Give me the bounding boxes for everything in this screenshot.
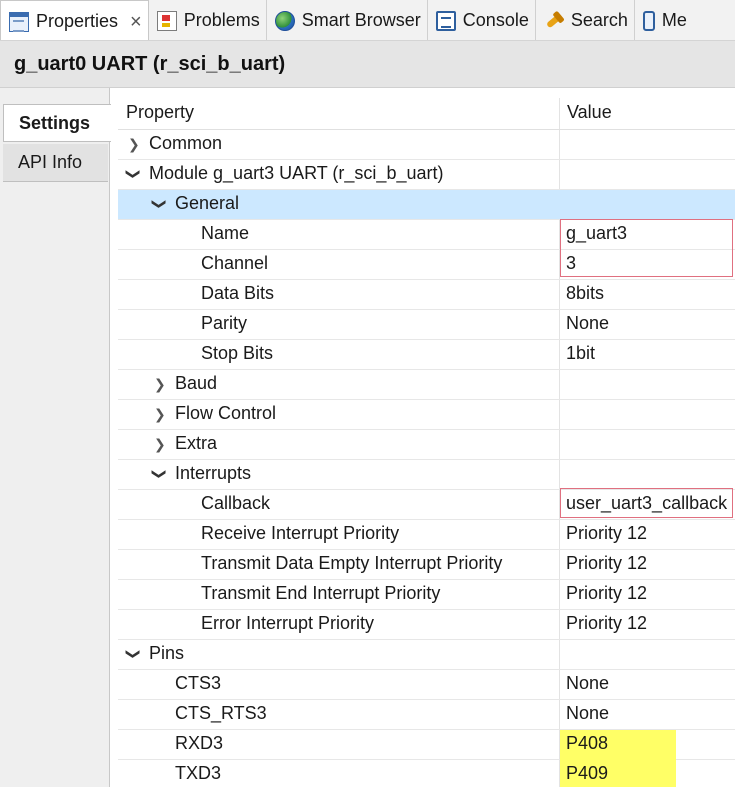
property-table: Property Value ❯ Common ❯ Module g_uart3… [118, 98, 735, 787]
chevron-down-icon[interactable]: ❯ [152, 468, 168, 480]
problems-icon [156, 10, 177, 31]
tree-row-general[interactable]: ❯ General [118, 190, 735, 220]
row-value[interactable]: Priority 12 [566, 583, 647, 604]
row-value[interactable]: Priority 12 [566, 553, 647, 574]
properties-icon [9, 11, 29, 32]
search-icon [540, 6, 568, 34]
chevron-right-icon[interactable]: ❯ [154, 377, 166, 391]
property-row-transmit-data-empty-interrupt-priority[interactable]: Transmit Data Empty Interrupt Priority P… [118, 550, 735, 580]
row-label: Interrupts [175, 463, 252, 483]
tab-label: Me [661, 10, 687, 30]
property-row-txd3[interactable]: TXD3 P409 [118, 760, 735, 787]
property-row-cts3[interactable]: CTS3 None [118, 670, 735, 700]
tree-row-flow-control[interactable]: ❯ Flow Control [118, 400, 735, 430]
row-label: Receive Interrupt Priority [201, 523, 400, 543]
row-label: Common [149, 133, 223, 153]
smart-browser-icon [274, 10, 295, 31]
value-column-header[interactable]: Value [567, 102, 612, 123]
property-row-cts-rts3[interactable]: CTS_RTS3 None [118, 700, 735, 730]
property-row-data-bits[interactable]: Data Bits 8bits [118, 280, 735, 310]
tab-label: Console [462, 10, 529, 30]
row-label: Channel [201, 253, 269, 273]
chevron-right-icon[interactable]: ❯ [154, 437, 166, 451]
row-label: Stop Bits [201, 343, 274, 363]
row-label: Transmit End Interrupt Priority [201, 583, 441, 603]
tab-console[interactable]: Console [428, 0, 536, 40]
row-label: Module g_uart3 UART (r_sci_b_uart) [149, 163, 444, 183]
tree-row-common[interactable]: ❯ Common [118, 130, 735, 160]
row-label: Flow Control [175, 403, 277, 423]
row-label: Data Bits [201, 283, 275, 303]
annotation-box-name-channel [560, 219, 733, 277]
property-row-transmit-end-interrupt-priority[interactable]: Transmit End Interrupt Priority Priority… [118, 580, 735, 610]
row-label: Name [201, 223, 250, 243]
property-row-error-interrupt-priority[interactable]: Error Interrupt Priority Priority 12 [118, 610, 735, 640]
tree-row-baud[interactable]: ❯ Baud [118, 370, 735, 400]
tree-row-module[interactable]: ❯ Module g_uart3 UART (r_sci_b_uart) [118, 160, 735, 190]
tab-properties[interactable]: Properties × [0, 0, 149, 40]
row-label: General [175, 193, 240, 213]
row-value[interactable]: None [566, 703, 609, 724]
properties-header: g_uart0 UART (r_sci_b_uart) [0, 41, 735, 88]
view-tab-bar: Properties × Problems Smart Browser Cons… [0, 0, 735, 41]
row-label: Extra [175, 433, 218, 453]
memory-icon [642, 10, 655, 31]
row-value[interactable]: P408 [566, 733, 608, 754]
tab-settings[interactable]: Settings [3, 104, 111, 142]
row-value[interactable]: None [566, 313, 609, 334]
row-value[interactable]: Priority 12 [566, 523, 647, 544]
row-value[interactable]: P409 [566, 763, 608, 784]
row-value[interactable]: Priority 12 [566, 613, 647, 634]
page-title: g_uart0 UART (r_sci_b_uart) [14, 52, 286, 75]
property-row-receive-interrupt-priority[interactable]: Receive Interrupt Priority Priority 12 [118, 520, 735, 550]
tree-row-pins[interactable]: ❯ Pins [118, 640, 735, 670]
property-row-rxd3[interactable]: RXD3 P408 [118, 730, 735, 760]
row-label: CTS3 [175, 673, 222, 693]
property-row-stop-bits[interactable]: Stop Bits 1bit [118, 340, 735, 370]
tab-label: Search [570, 10, 628, 30]
row-label: Callback [201, 493, 271, 513]
tab-smart-browser[interactable]: Smart Browser [267, 0, 428, 40]
tab-label: Properties [36, 11, 119, 31]
tab-memory[interactable]: Me [635, 0, 693, 40]
tab-api-info[interactable]: API Info [3, 144, 108, 182]
chevron-down-icon[interactable]: ❯ [126, 648, 142, 660]
close-icon[interactable]: × [130, 12, 142, 32]
row-label: Transmit Data Empty Interrupt Priority [201, 553, 503, 573]
console-icon [435, 10, 456, 31]
row-label: Pins [149, 643, 185, 663]
side-tab-panel: Settings API Info [0, 88, 111, 787]
row-label: RXD3 [175, 733, 224, 753]
tab-label: Problems [183, 10, 260, 30]
property-column-header[interactable]: Property [126, 102, 194, 123]
chevron-right-icon[interactable]: ❯ [128, 137, 140, 151]
row-label: CTS_RTS3 [175, 703, 267, 723]
tree-row-interrupts[interactable]: ❯ Interrupts [118, 460, 735, 490]
row-value[interactable]: 8bits [566, 283, 604, 304]
row-label: Parity [201, 313, 248, 333]
tab-label: Smart Browser [301, 10, 421, 30]
tab-problems[interactable]: Problems [149, 0, 267, 40]
chevron-down-icon[interactable]: ❯ [152, 198, 168, 210]
row-label: TXD3 [175, 763, 222, 783]
chevron-right-icon[interactable]: ❯ [154, 407, 166, 421]
tab-search[interactable]: Search [536, 0, 635, 40]
property-row-parity[interactable]: Parity None [118, 310, 735, 340]
row-label: Baud [175, 373, 218, 393]
table-header: Property Value [118, 98, 735, 130]
tree-row-extra[interactable]: ❯ Extra [118, 430, 735, 460]
row-label: Error Interrupt Priority [201, 613, 375, 633]
row-value[interactable]: None [566, 673, 609, 694]
annotation-box-callback [560, 488, 733, 518]
row-value[interactable]: 1bit [566, 343, 595, 364]
chevron-down-icon[interactable]: ❯ [126, 168, 142, 180]
